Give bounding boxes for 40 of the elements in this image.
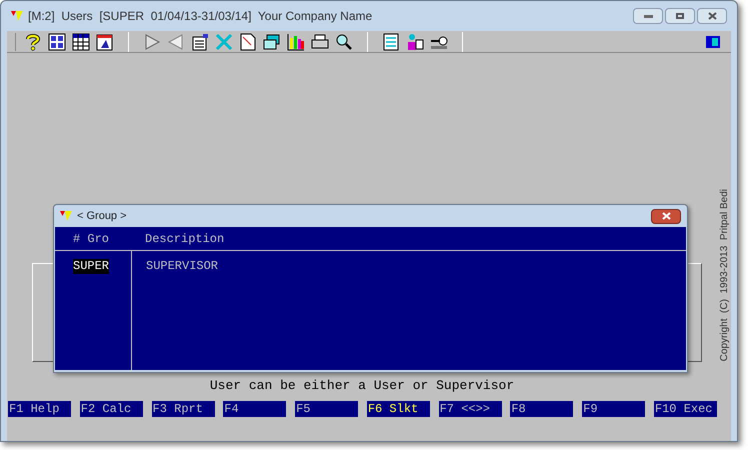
function-key[interactable]: F8 [510, 401, 574, 417]
function-key[interactable]: F3 Rprt [152, 401, 215, 417]
group-description: SUPERVISOR [146, 259, 218, 274]
function-key[interactable]: F7 <<>> [438, 401, 502, 417]
function-key[interactable]: F1 Help [8, 401, 71, 417]
window-title: [M:2] Users [SUPER 01/04/13-31/03/14] Your Company Name [28, 8, 372, 25]
function-key[interactable]: F2 Calc [80, 401, 143, 417]
function-key[interactable]: F4 [223, 401, 286, 417]
dialog-title: < Group > [77, 208, 127, 224]
back-icon[interactable] [167, 32, 185, 50]
logo-icon [11, 10, 23, 22]
close-button[interactable] [651, 208, 681, 224]
logo-icon [60, 210, 72, 222]
function-key[interactable]: F9 [582, 401, 646, 417]
question-mark-icon[interactable] [24, 32, 42, 50]
function-key[interactable]: F5 [295, 401, 358, 417]
close-icon [662, 212, 670, 220]
status-message: User can be either a User or Supervisor [210, 377, 514, 396]
group-code[interactable]: SUPER [73, 259, 110, 274]
function-key[interactable]: F6 Slkt [366, 401, 430, 417]
list-icon[interactable] [382, 32, 400, 50]
printer-icon[interactable] [311, 32, 329, 50]
minimize-button[interactable] [633, 8, 663, 24]
play-icon[interactable] [143, 32, 161, 50]
document-icon[interactable] [239, 32, 257, 50]
calendar-icon[interactable] [96, 32, 114, 50]
close-icon [708, 12, 716, 20]
stacked-pages-icon[interactable] [263, 32, 281, 50]
people-icon[interactable] [406, 32, 424, 50]
form-icon[interactable] [191, 32, 209, 50]
maximize-button[interactable] [665, 8, 695, 24]
copyright-text: Copyright (C) 1993-2013 Pritpal Bedi [718, 188, 731, 361]
function-key[interactable]: F10 Exec [654, 401, 717, 417]
spreadsheet-icon[interactable] [72, 32, 90, 50]
bar-chart-icon[interactable] [287, 32, 305, 50]
search-icon[interactable] [335, 32, 353, 50]
calculator-icon[interactable] [48, 32, 66, 50]
close-button[interactable] [697, 8, 727, 24]
column-header: Description [144, 230, 224, 248]
column-header: # Gro [72, 230, 110, 248]
